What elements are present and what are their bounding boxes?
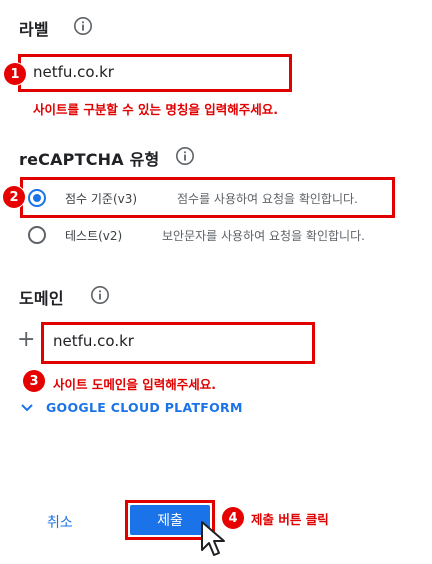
- radio-score-v3-desc: 점수를 사용하여 요청을 확인합니다.: [177, 192, 358, 206]
- radio-test-v2[interactable]: [28, 226, 46, 244]
- domain-input[interactable]: netfu.co.kr: [53, 332, 134, 350]
- radio-score-v3-label[interactable]: 점수 기준(v3): [65, 190, 137, 207]
- gcp-link[interactable]: GOOGLE CLOUD PLATFORM: [46, 400, 243, 415]
- label-section-title: 라벨: [19, 20, 49, 39]
- recaptcha-type-title: reCAPTCHA 유형: [19, 150, 160, 169]
- info-icon[interactable]: [175, 146, 195, 166]
- mouse-cursor-icon: [201, 521, 225, 556]
- info-icon[interactable]: [73, 16, 93, 36]
- label-hint: 사이트를 구분할 수 있는 명칭을 입력해주세요.: [33, 102, 279, 117]
- step-badge-1: 1: [4, 63, 26, 85]
- domain-section-title: 도메인: [19, 289, 64, 308]
- radio-score-v3[interactable]: [28, 189, 46, 207]
- label-input[interactable]: netfu.co.kr: [33, 63, 114, 81]
- add-domain-plus-icon[interactable]: +: [17, 328, 35, 352]
- radio-test-v2-desc: 보안문자를 사용하여 요청을 확인합니다.: [162, 229, 365, 243]
- submit-button[interactable]: 제출: [130, 505, 210, 535]
- info-icon[interactable]: [90, 285, 110, 305]
- step-badge-2: 2: [3, 186, 25, 208]
- radio-test-v2-label[interactable]: 테스트(v2): [65, 227, 122, 244]
- chevron-down-icon[interactable]: [20, 402, 34, 414]
- submit-hint: 제출 버튼 클릭: [251, 512, 329, 527]
- step-badge-3: 3: [23, 370, 45, 392]
- cancel-button[interactable]: 취소: [47, 512, 73, 532]
- domain-hint: 사이트 도메인을 입력해주세요.: [53, 377, 216, 392]
